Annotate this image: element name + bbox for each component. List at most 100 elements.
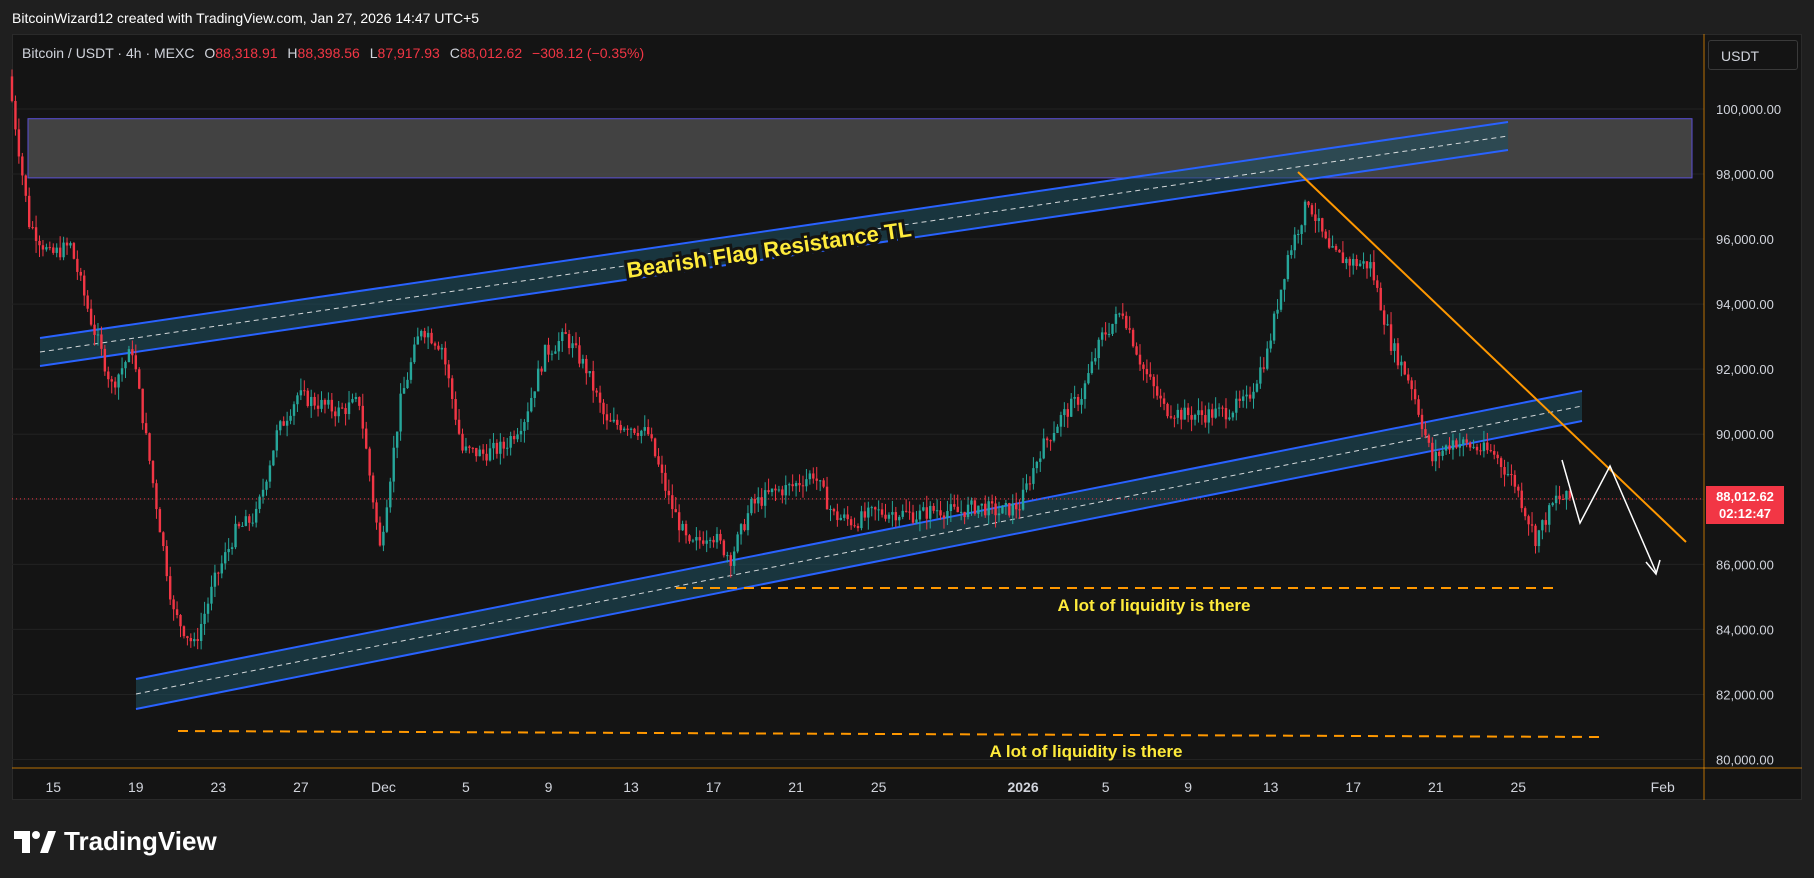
candle-body (946, 511, 949, 518)
candle (932, 503, 935, 514)
candle-body (612, 419, 616, 422)
candle-body (853, 525, 856, 527)
candle (808, 470, 812, 485)
candle-body (616, 419, 619, 425)
candle-body (904, 510, 908, 512)
candle (547, 337, 550, 363)
candle-body (193, 639, 196, 642)
candle (715, 527, 719, 549)
brand-name: TradingView (64, 826, 217, 856)
candle-body (695, 537, 698, 541)
x-tick-label: 2026 (1007, 779, 1038, 795)
candle (1269, 333, 1272, 353)
candle-body (1042, 438, 1045, 459)
liquidity-line-2 (177, 730, 1601, 738)
candle-body (908, 511, 911, 513)
candle (1001, 505, 1004, 514)
candle (1111, 323, 1114, 337)
candle (1300, 224, 1303, 245)
candle-body (970, 500, 973, 505)
candle-body (959, 511, 963, 513)
candle-body (299, 390, 303, 396)
candle-body (1321, 218, 1324, 232)
candle-body (636, 432, 640, 436)
low-value: 87,917.93 (377, 45, 440, 61)
candle (722, 539, 726, 558)
candle (1376, 275, 1379, 293)
candle (316, 394, 320, 417)
candle-body (1444, 445, 1448, 451)
candle-body (887, 514, 891, 519)
x-tick-label: Dec (371, 779, 396, 795)
candle (1159, 388, 1162, 408)
candle (578, 336, 581, 368)
candle (296, 392, 299, 412)
candle (86, 290, 89, 312)
candle-body (45, 247, 48, 250)
candle (530, 387, 533, 413)
candle-body (1231, 412, 1235, 418)
candle-body (1441, 450, 1444, 456)
candle-body (743, 524, 746, 531)
candle-body (1527, 516, 1530, 525)
candle-body (1087, 373, 1090, 384)
candle-body (138, 369, 141, 389)
candle-body (1214, 408, 1217, 418)
candle (382, 525, 385, 552)
candle-body (997, 513, 1001, 516)
candle (457, 409, 461, 436)
candle (1255, 379, 1259, 393)
candle-body (1193, 414, 1197, 420)
candle-body (162, 532, 165, 547)
candle-body (1266, 348, 1269, 369)
candle-body (870, 507, 873, 509)
currency-selector[interactable]: USDT (1708, 40, 1798, 70)
candle-body (763, 490, 767, 506)
candle (1561, 494, 1565, 501)
candle (162, 531, 165, 552)
candle (784, 475, 787, 505)
candle (492, 433, 495, 460)
candle-body (1437, 451, 1441, 456)
candle (1317, 208, 1321, 233)
candle-body (1245, 394, 1248, 397)
candle-body (1324, 231, 1327, 239)
candle-body (1190, 415, 1193, 420)
candle-body (1049, 440, 1052, 442)
candle (856, 523, 860, 532)
candle-body (1331, 246, 1334, 248)
candle-body (1014, 503, 1018, 510)
candle (1475, 443, 1479, 455)
candle-body (519, 430, 523, 435)
candle-body (736, 534, 739, 552)
candle (237, 521, 241, 529)
candle-body (10, 76, 14, 101)
candle-body (956, 506, 959, 513)
candle (110, 375, 113, 394)
candle (818, 479, 822, 492)
candle-body (134, 355, 138, 370)
candle-body (447, 364, 450, 379)
candle-body (461, 433, 464, 451)
candle-body (83, 275, 86, 296)
candle-body (313, 396, 316, 406)
candle (385, 499, 389, 534)
candle-body (1224, 408, 1228, 420)
candle-body (1238, 398, 1241, 401)
candle-body (1155, 386, 1159, 396)
candle-body (1090, 361, 1094, 374)
candle-body (1393, 343, 1396, 351)
x-tick-label: 15 (45, 779, 61, 795)
candle-body (189, 637, 193, 642)
candle-body (1104, 332, 1107, 335)
candle (688, 534, 691, 544)
candle-body (17, 129, 21, 157)
candle-body (1138, 354, 1142, 365)
candle-body (702, 540, 705, 544)
candle-body (1382, 310, 1386, 325)
candle-body (698, 537, 702, 541)
candle (585, 355, 588, 385)
candle (1341, 241, 1345, 264)
candle (45, 243, 48, 252)
candle-body (1327, 238, 1331, 248)
